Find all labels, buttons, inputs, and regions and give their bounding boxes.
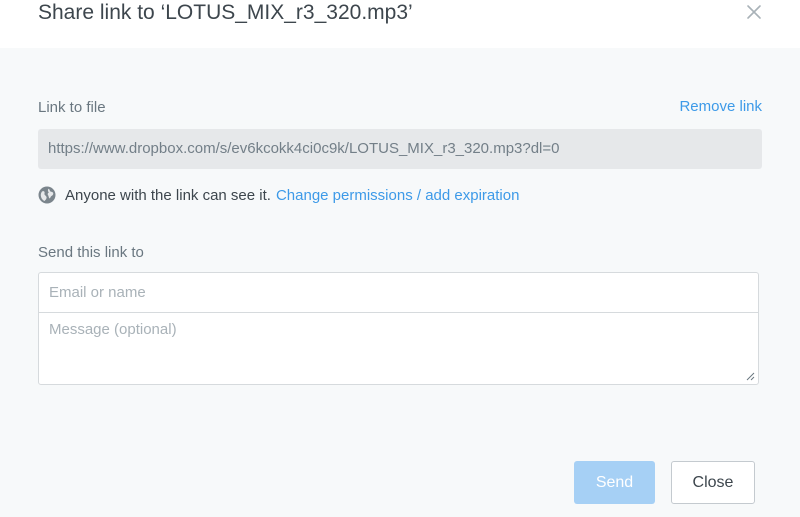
- permissions-row: Anyone with the link can see it. Change …: [38, 184, 519, 206]
- dialog-title: Share link to ‘LOTUS_MIX_r3_320.mp3’: [38, 1, 413, 24]
- share-link-dialog: Share link to ‘LOTUS_MIX_r3_320.mp3’ Lin…: [0, 0, 800, 517]
- send-link-label: Send this link to: [38, 244, 144, 261]
- change-permissions-link[interactable]: Change permissions / add expiration: [276, 187, 519, 204]
- message-input[interactable]: [39, 313, 758, 384]
- dialog-header: Share link to ‘LOTUS_MIX_r3_320.mp3’: [0, 0, 800, 48]
- shared-url-field[interactable]: https://www.dropbox.com/s/ev6kcokk4ci0c9…: [38, 129, 762, 169]
- permissions-text: Anyone with the link can see it.: [65, 186, 271, 204]
- globe-icon: [38, 186, 56, 204]
- remove-link[interactable]: Remove link: [679, 98, 762, 115]
- send-button[interactable]: Send: [574, 461, 655, 504]
- link-to-file-label: Link to file: [38, 99, 106, 116]
- email-or-name-input[interactable]: [39, 273, 758, 313]
- close-button[interactable]: Close: [671, 461, 755, 504]
- resize-handle-icon[interactable]: [746, 372, 755, 381]
- recipient-input-group: [38, 272, 759, 385]
- close-x-icon[interactable]: [746, 4, 762, 20]
